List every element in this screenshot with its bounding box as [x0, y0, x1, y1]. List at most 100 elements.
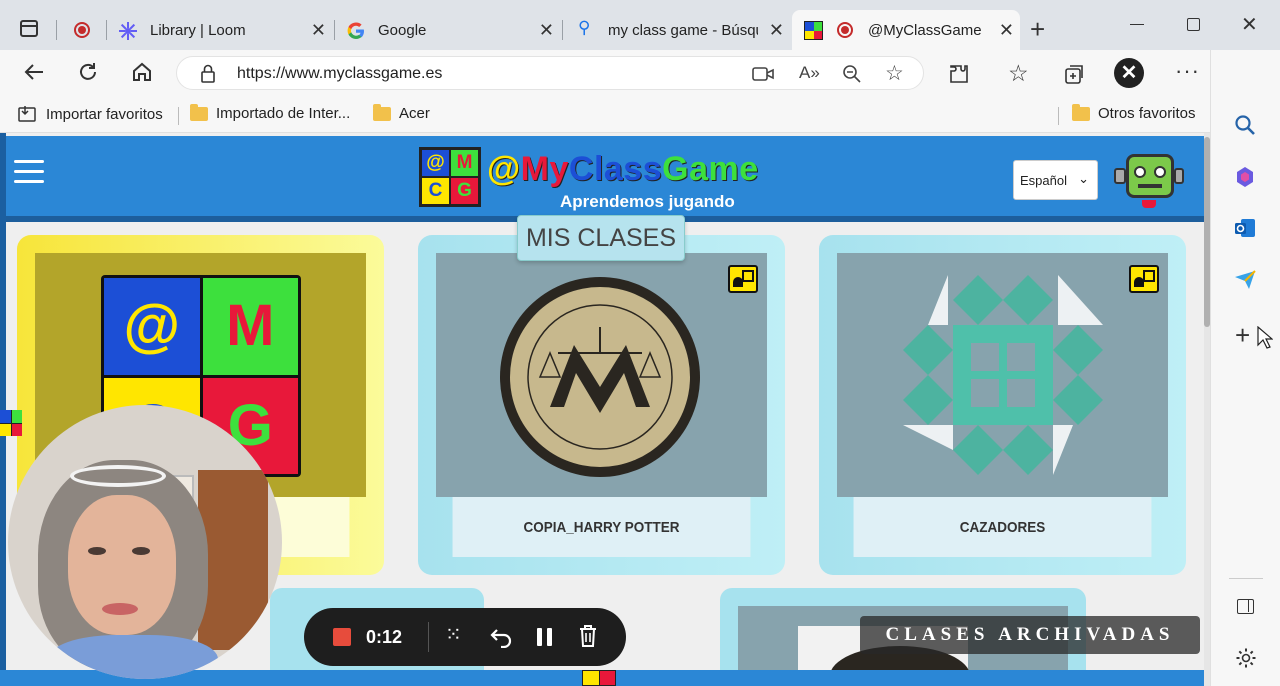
site-tagline: Aprendemos jugando	[560, 192, 735, 211]
teacher-icon	[1129, 265, 1159, 293]
class-card-harry-potter[interactable]: COPIA_HARRY POTTER	[418, 235, 785, 575]
tab-label: Google	[378, 21, 427, 39]
close-icon[interactable]: ✕	[311, 20, 326, 41]
site-title-part: Class	[568, 150, 663, 188]
tab-actions-icon[interactable]	[20, 20, 38, 37]
tab-loom[interactable]: Library | Loom ✕	[110, 10, 332, 50]
folder-icon	[373, 103, 391, 121]
site-logo[interactable]: @ M C G	[419, 147, 481, 207]
window-close-icon[interactable]: ✕	[1241, 12, 1258, 37]
add-favorite-icon[interactable]: ☆	[885, 61, 904, 86]
url-text: https://www.myclassgame.es	[237, 65, 443, 82]
search-icon[interactable]	[1234, 114, 1256, 136]
folder-icon	[190, 103, 208, 121]
myclassgame-favicon	[804, 21, 823, 40]
archived-classes-button[interactable]: CLASES ARCHIVADAS	[860, 616, 1200, 654]
copilot-icon[interactable]	[1233, 165, 1257, 189]
page-scrollbar[interactable]	[1204, 133, 1210, 686]
search-icon: ⚲	[578, 18, 591, 37]
logo-letter: @	[422, 150, 449, 176]
send-icon[interactable]	[1233, 268, 1257, 292]
tab-recording[interactable]	[64, 10, 104, 50]
new-tab-icon[interactable]: +	[1030, 14, 1045, 45]
favorites-icon[interactable]: ☆	[1008, 60, 1029, 87]
tab-myclassgame[interactable]: @MyClassGame ✕	[792, 10, 1020, 50]
edge-sidebar: +	[1210, 50, 1280, 686]
ministry-crest-image	[500, 277, 700, 477]
read-aloud-icon[interactable]: A»	[799, 63, 820, 83]
tab-label: @MyClassGame	[868, 21, 982, 39]
close-icon[interactable]: ✕	[999, 20, 1014, 41]
controls-separator	[428, 622, 429, 652]
back-icon[interactable]	[22, 61, 46, 89]
refresh-icon[interactable]	[76, 61, 100, 89]
import-favorites-item[interactable]: Importar favoritos	[18, 105, 163, 123]
maximize-icon[interactable]	[1187, 18, 1200, 31]
sidebar-separator	[1229, 578, 1263, 579]
language-value: Español	[1020, 173, 1067, 188]
section-title: MIS CLASES	[517, 215, 685, 261]
navigation-bar: https://www.myclassgame.es A» ☆ ☆ ✕ ··· …	[0, 50, 1280, 97]
grid-dots-icon[interactable]: ⁙	[445, 622, 462, 647]
cazadores-pattern-image	[903, 275, 1103, 475]
profile-avatar[interactable]: ✕	[1114, 58, 1144, 88]
close-icon[interactable]: ✕	[539, 20, 554, 41]
tab-google[interactable]: Google ✕	[338, 10, 560, 50]
tab-separator	[56, 20, 57, 40]
import-icon	[18, 106, 36, 122]
favorites-separator	[1058, 107, 1059, 125]
record-icon	[837, 22, 853, 38]
tab-search[interactable]: ⚲ my class game - Búsqu ✕	[568, 10, 790, 50]
loom-icon	[119, 22, 137, 40]
logo-letter: M	[451, 150, 478, 176]
site-title: @MyClassGame	[487, 150, 759, 189]
collections-icon[interactable]	[1062, 62, 1086, 86]
tab-separator	[106, 20, 107, 40]
more-icon[interactable]: ···	[1175, 58, 1200, 84]
tab-separator	[334, 20, 335, 40]
recording-timer: 0:12	[366, 627, 403, 647]
pause-icon[interactable]	[537, 628, 553, 646]
logo-letter: G	[451, 178, 478, 204]
favorites-folder-acer[interactable]: Acer	[373, 103, 430, 122]
video-icon[interactable]	[752, 65, 774, 83]
footer-logo[interactable]	[582, 670, 616, 686]
class-card-label: CAZADORES	[853, 497, 1152, 557]
extensions-icon[interactable]	[948, 63, 970, 85]
folder-label: Acer	[399, 105, 430, 122]
home-icon[interactable]	[130, 61, 154, 89]
zoom-out-icon[interactable]	[843, 65, 861, 83]
folder-label: Importado de Inter...	[216, 105, 351, 122]
site-header: @ M C G @MyClassGame Aprendemos jugando …	[6, 136, 1204, 216]
add-icon[interactable]: +	[1235, 320, 1250, 351]
robot-mascot	[1114, 146, 1184, 208]
tab-strip: Library | Loom ✕ Google ✕ ⚲ my class gam…	[0, 0, 1280, 56]
address-bar[interactable]: https://www.myclassgame.es A» ☆	[176, 56, 924, 90]
language-select[interactable]: Español ⌄	[1013, 160, 1098, 200]
site-title-part: Game	[662, 150, 759, 188]
favorites-separator	[178, 107, 179, 125]
teacher-icon	[728, 265, 758, 293]
close-icon[interactable]: ✕	[769, 20, 784, 41]
favorites-folder-other[interactable]: Otros favoritos	[1072, 103, 1196, 122]
outlook-icon[interactable]	[1233, 216, 1257, 240]
class-card-cazadores[interactable]: CAZADORES	[819, 235, 1186, 575]
tab-label: Library | Loom	[150, 21, 246, 39]
chevron-down-icon: ⌄	[1078, 171, 1089, 186]
site-title-part: My	[520, 150, 569, 188]
webcam-bubble[interactable]	[8, 405, 282, 679]
lock-icon	[201, 64, 215, 83]
mouse-cursor	[1257, 326, 1273, 349]
sidebar-toggle-icon[interactable]	[1237, 599, 1254, 614]
import-favorites-label: Importar favoritos	[46, 105, 163, 123]
folder-label: Otros favoritos	[1098, 105, 1196, 122]
favorites-folder-imported[interactable]: Importado de Inter...	[190, 103, 351, 122]
site-title-part: @	[487, 150, 521, 188]
stop-recording-button[interactable]	[333, 628, 351, 646]
trash-icon[interactable]	[578, 624, 598, 648]
floating-logo-widget[interactable]	[0, 410, 22, 436]
settings-icon[interactable]	[1235, 647, 1257, 669]
minimize-icon[interactable]	[1130, 24, 1144, 25]
hamburger-menu-icon[interactable]	[14, 160, 44, 183]
undo-icon[interactable]	[489, 626, 513, 648]
